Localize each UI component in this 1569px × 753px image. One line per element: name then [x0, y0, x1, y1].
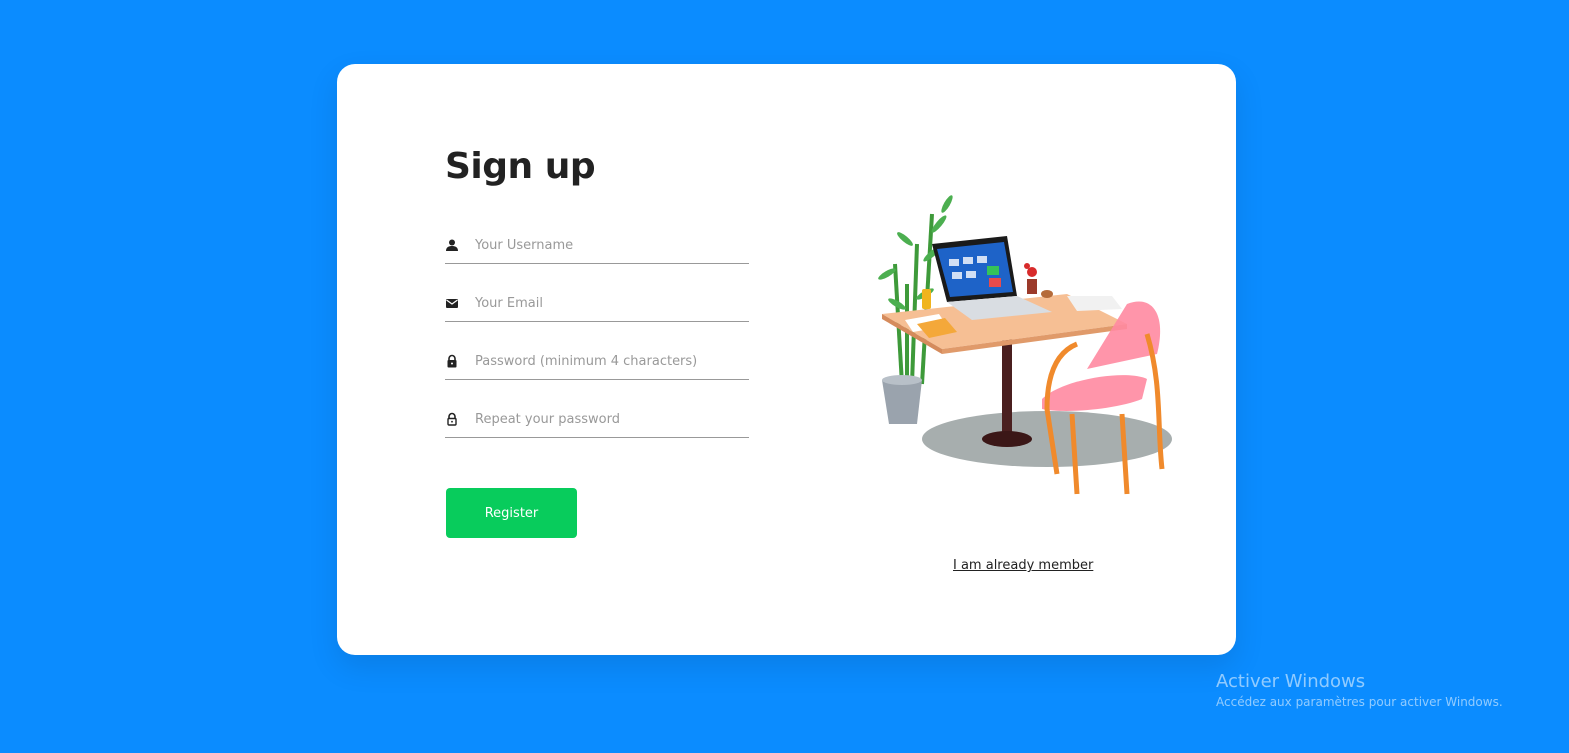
- watermark-subtitle: Accédez aux paramètres pour activer Wind…: [1216, 695, 1503, 709]
- email-icon: [446, 299, 458, 308]
- desk-illustration: [878, 195, 1172, 495]
- lock-outline-icon: [447, 412, 457, 426]
- watermark-title: Activer Windows: [1216, 671, 1366, 692]
- signup-card: Sign up Register: [337, 64, 1236, 655]
- password-field: [445, 344, 749, 380]
- already-member-link[interactable]: I am already member: [953, 558, 1093, 573]
- lock-icon: [447, 354, 457, 368]
- email-field: [445, 286, 749, 322]
- user-icon: [446, 239, 458, 251]
- email-input[interactable]: [475, 286, 745, 320]
- username-field: [445, 228, 749, 264]
- repeat-password-field: [445, 402, 749, 438]
- password-input[interactable]: [475, 344, 745, 378]
- repeat-password-input[interactable]: [475, 402, 745, 436]
- username-input[interactable]: [475, 228, 745, 262]
- register-button[interactable]: Register: [446, 488, 577, 538]
- page-title: Sign up: [445, 146, 596, 187]
- windows-activation-watermark: Activer Windows Accédez aux paramètres p…: [1216, 671, 1503, 709]
